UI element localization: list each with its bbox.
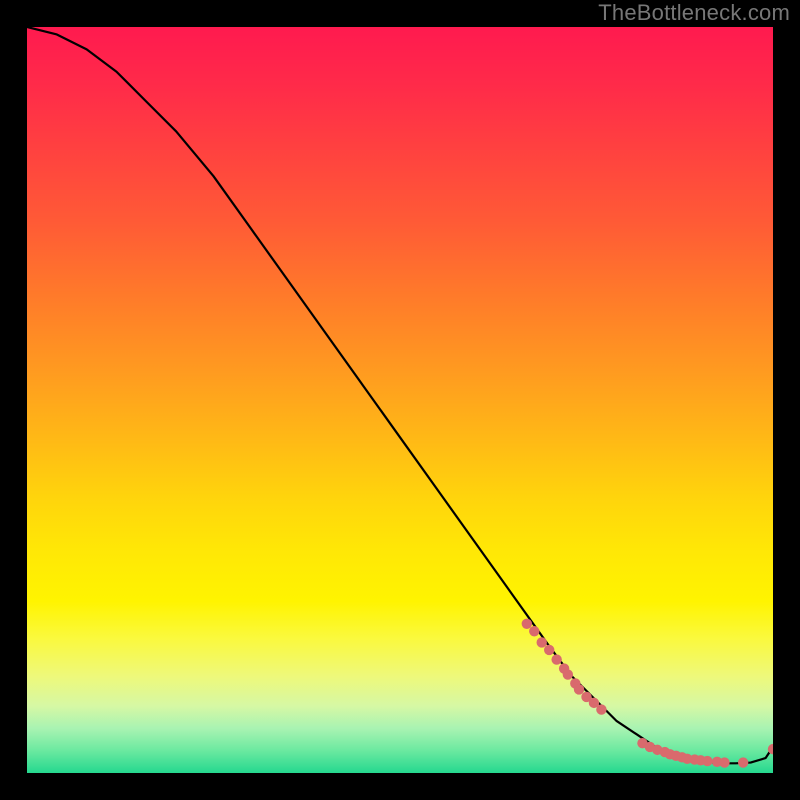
data-point	[719, 757, 729, 767]
watermark: TheBottleneck.com	[598, 0, 790, 26]
chart-overlay	[27, 27, 773, 773]
data-point	[574, 684, 584, 694]
data-point	[596, 704, 606, 714]
bottleneck-curve	[27, 27, 773, 763]
plot-area	[27, 27, 773, 773]
data-point	[551, 654, 561, 664]
data-point	[522, 619, 532, 629]
data-point	[563, 669, 573, 679]
data-point	[537, 637, 547, 647]
data-point	[544, 645, 554, 655]
data-point	[702, 756, 712, 766]
data-point	[738, 757, 748, 767]
data-points-group	[522, 619, 773, 768]
data-point	[529, 626, 539, 636]
